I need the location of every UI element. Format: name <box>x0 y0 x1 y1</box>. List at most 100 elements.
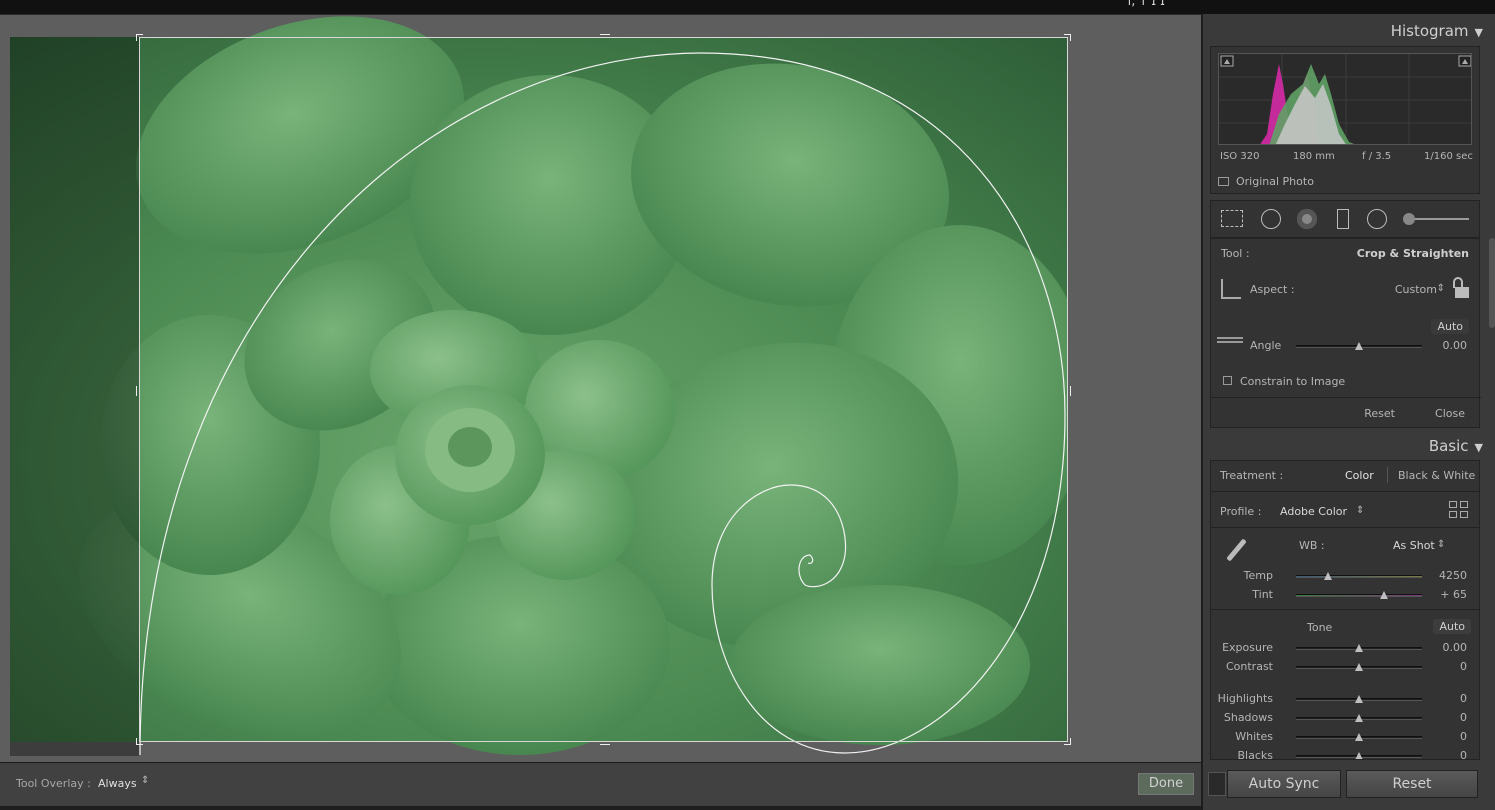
adjustment-brush-icon[interactable] <box>1403 213 1471 225</box>
treatment-color-button[interactable]: Color <box>1345 469 1374 482</box>
angle-value[interactable]: 0.00 <box>1443 339 1468 352</box>
tint-slider-thumb[interactable] <box>1380 591 1389 599</box>
sync-toggle-switch[interactable] <box>1208 772 1226 796</box>
tool-label: Tool : <box>1221 247 1250 260</box>
exposure-slider-thumb[interactable] <box>1355 644 1363 652</box>
basic-title: Basic <box>1428 437 1469 455</box>
highlights-value[interactable]: 0 <box>1460 692 1467 705</box>
wb-arrows-icon[interactable]: ⇕ <box>1437 539 1445 550</box>
shadows-slider-thumb[interactable] <box>1355 714 1363 722</box>
angle-auto-button[interactable]: Auto <box>1431 319 1469 334</box>
basic-panel: Treatment : Color Black & White Profile … <box>1210 460 1480 760</box>
treatment-bw-button[interactable]: Black & White <box>1398 469 1475 482</box>
auto-sync-button[interactable]: Auto Sync <box>1227 770 1341 798</box>
top-bar-text: ı, ᴛ ɪ ɪ <box>1127 0 1165 9</box>
histogram-title: Histogram <box>1390 22 1469 40</box>
reset-button[interactable]: Reset <box>1346 770 1478 798</box>
wb-select[interactable]: As Shot <box>1393 539 1435 552</box>
crop-reset-button[interactable]: Reset <box>1364 407 1395 420</box>
highlights-label: Highlights <box>1217 692 1273 705</box>
basic-header[interactable]: Basic ▼ <box>1429 437 1483 455</box>
whites-label: Whites <box>1235 730 1273 743</box>
blacks-slider-thumb[interactable] <box>1355 752 1363 759</box>
graduated-filter-icon[interactable] <box>1337 209 1349 229</box>
aspect-arrows-icon[interactable]: ⇕ <box>1437 283 1445 294</box>
tint-label: Tint <box>1252 588 1273 601</box>
contrast-value[interactable]: 0 <box>1460 660 1467 673</box>
highlights-slider-thumb[interactable] <box>1355 695 1363 703</box>
tool-value: Crop & Straighten <box>1356 247 1469 260</box>
basic-collapse-icon[interactable]: ▼ <box>1475 441 1483 454</box>
wb-eyedropper-icon[interactable] <box>1221 537 1251 567</box>
red-eye-icon[interactable] <box>1297 209 1317 229</box>
profile-browser-icon[interactable] <box>1449 501 1469 519</box>
spot-removal-icon[interactable] <box>1261 209 1281 229</box>
treatment-label: Treatment : <box>1220 469 1284 482</box>
constrain-label: Constrain to Image <box>1240 375 1346 388</box>
image-canvas[interactable] <box>0 14 1201 762</box>
tint-value[interactable]: + 65 <box>1440 588 1467 601</box>
highlights-slider[interactable] <box>1296 695 1422 703</box>
whites-value[interactable]: 0 <box>1460 730 1467 743</box>
collapse-triangle-icon[interactable]: ▼ <box>1475 26 1483 39</box>
radial-filter-icon[interactable] <box>1367 209 1387 229</box>
profile-select[interactable]: Adobe Color <box>1280 505 1347 518</box>
develop-panel: Histogram ▼ ISO 320 180 mm f / 3.5 1/160 … <box>1201 14 1495 810</box>
toolbar: Tool Overlay : Always ⇕ Done <box>0 762 1201 806</box>
lock-icon[interactable] <box>1451 277 1469 299</box>
iso-readout: ISO 320 <box>1220 151 1260 162</box>
whites-slider-thumb[interactable] <box>1355 733 1363 741</box>
blacks-label: Blacks <box>1237 749 1274 760</box>
profile-label: Profile : <box>1220 505 1262 518</box>
crop-tool-icon[interactable] <box>1221 279 1241 299</box>
aspect-label: Aspect : <box>1250 283 1295 296</box>
tool-strip <box>1210 200 1480 238</box>
histogram-box: ISO 320 180 mm f / 3.5 1/160 sec Origina… <box>1210 46 1480 194</box>
crop-panel: Tool : Crop & Straighten Aspect : Custom… <box>1210 238 1481 428</box>
top-bar: ı, ᴛ ɪ ɪ <box>0 0 1495 14</box>
photo-image <box>10 16 1068 756</box>
contrast-slider-thumb[interactable] <box>1355 663 1363 671</box>
profile-arrows-icon[interactable]: ⇕ <box>1356 505 1364 516</box>
tool-overlay-select[interactable]: Always <box>98 777 137 790</box>
aperture-readout: f / 3.5 <box>1362 151 1392 162</box>
tone-auto-button[interactable]: Auto <box>1433 619 1471 634</box>
shadows-value[interactable]: 0 <box>1460 711 1467 724</box>
blacks-value[interactable]: 0 <box>1460 749 1467 759</box>
histogram-graph[interactable] <box>1218 53 1472 145</box>
crop-overlay-icon[interactable] <box>1221 210 1243 227</box>
exposure-value[interactable]: 0.00 <box>1443 641 1468 654</box>
exposure-label: Exposure <box>1222 641 1273 654</box>
straighten-tool-icon[interactable] <box>1217 337 1243 343</box>
focal-readout: 180 mm <box>1293 151 1335 162</box>
constrain-checkbox[interactable] <box>1223 376 1232 385</box>
temp-slider[interactable] <box>1296 572 1422 580</box>
temp-value[interactable]: 4250 <box>1439 569 1467 582</box>
temp-label: Temp <box>1243 569 1273 582</box>
angle-slider[interactable] <box>1296 342 1422 350</box>
tool-overlay-arrows-icon[interactable]: ⇕ <box>141 775 149 786</box>
temp-slider-thumb[interactable] <box>1323 572 1332 580</box>
exposure-slider[interactable] <box>1296 644 1422 652</box>
done-button[interactable]: Done <box>1138 773 1194 795</box>
tint-slider[interactable] <box>1296 591 1422 599</box>
original-photo-label: Original Photo <box>1236 175 1314 188</box>
shadows-slider[interactable] <box>1296 714 1422 722</box>
tone-label: Tone <box>1307 621 1333 634</box>
histogram-header[interactable]: Histogram ▼ <box>1391 22 1483 40</box>
treatment-divider <box>1387 467 1388 483</box>
aspect-select[interactable]: Custom <box>1395 283 1437 296</box>
contrast-label: Contrast <box>1225 660 1273 673</box>
angle-slider-thumb[interactable] <box>1355 342 1363 350</box>
blacks-slider[interactable] <box>1296 752 1422 759</box>
shadows-label: Shadows <box>1223 711 1273 724</box>
wb-label: WB : <box>1299 539 1325 552</box>
contrast-slider[interactable] <box>1296 663 1422 671</box>
tool-overlay-label: Tool Overlay : <box>16 777 91 790</box>
crop-close-button[interactable]: Close <box>1435 407 1465 420</box>
angle-label: Angle <box>1250 339 1282 352</box>
original-photo-checkbox[interactable] <box>1218 177 1229 186</box>
whites-slider[interactable] <box>1296 733 1422 741</box>
panel-scrollbar[interactable] <box>1489 238 1495 328</box>
shutter-readout: 1/160 sec <box>1424 151 1473 162</box>
